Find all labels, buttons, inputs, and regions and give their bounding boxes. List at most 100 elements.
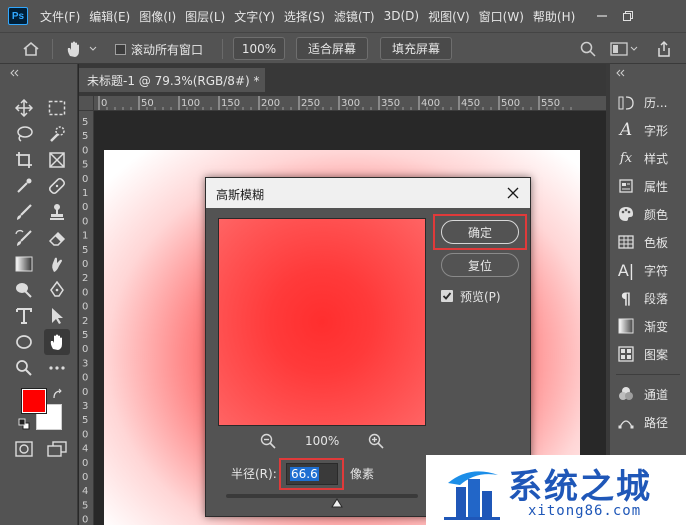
menu-window[interactable]: 窗口(W) [479, 8, 524, 25]
minimize-icon [597, 15, 608, 17]
radius-unit: 像素 [350, 467, 375, 481]
eraser-tool[interactable] [46, 227, 68, 249]
panel-styles[interactable]: fx 样式 [610, 144, 686, 172]
menu-3d[interactable]: 3D(D) [384, 9, 419, 23]
quick-select-tool[interactable] [46, 123, 68, 145]
menu-view[interactable]: 视图(V) [428, 8, 470, 25]
brush-tool[interactable] [13, 201, 35, 223]
home-icon[interactable] [22, 41, 40, 57]
radius-slider-thumb[interactable] [331, 498, 343, 508]
panel-properties-label: 属性 [644, 179, 669, 194]
ruler-h-label: 0 [101, 98, 107, 109]
smudge-tool[interactable] [46, 253, 68, 275]
crop-tool[interactable] [13, 149, 35, 171]
scroll-all-checkbox[interactable] [115, 44, 126, 55]
healing-brush-tool[interactable] [46, 175, 68, 197]
gradient-tool[interactable] [13, 253, 35, 275]
dialog-close-button[interactable] [504, 184, 522, 202]
eraser-icon [48, 231, 66, 246]
menu-select[interactable]: 选择(S) [284, 8, 325, 25]
eyedropper-tool[interactable] [13, 175, 35, 197]
vertical-ruler-ticks: 5 5 0 5 0 1 0 0 1 5 0 2 0 0 2 5 0 3 0 0 3 5 0 4 0 0 4 5 0 [82, 117, 88, 525]
minimize-button[interactable] [589, 0, 615, 32]
panel-patterns[interactable]: 图案 [610, 340, 686, 368]
search-icon[interactable] [580, 41, 596, 57]
workspace-icon[interactable] [610, 42, 628, 56]
radius-slider-track[interactable] [226, 494, 418, 498]
fit-screen-button[interactable]: 适合屏幕 [296, 37, 368, 60]
fill-screen-button[interactable]: 填充屏幕 [380, 37, 452, 60]
eyedropper-icon [17, 178, 32, 193]
ok-button[interactable]: 确定 [441, 220, 519, 244]
zoom-out-icon[interactable] [260, 433, 276, 449]
dialog-titlebar[interactable]: 高斯模糊 [206, 178, 530, 208]
zoom-field[interactable]: 100% [233, 37, 285, 60]
ruler-h-label: 200 [261, 98, 280, 109]
panel-character[interactable]: A| 字符 [610, 256, 686, 284]
workspace-chevron-icon[interactable] [630, 46, 638, 52]
quick-mask-button[interactable] [13, 438, 35, 460]
menu-file[interactable]: 文件(F) [40, 8, 80, 25]
character-icon: A| [617, 260, 635, 280]
menu-layer[interactable]: 图层(L) [185, 8, 225, 25]
history-brush-tool[interactable] [13, 227, 35, 249]
zoom-tool[interactable] [13, 357, 35, 379]
screen-mode-button[interactable] [46, 438, 68, 460]
ruler-origin[interactable] [79, 96, 94, 111]
chevron-down-icon[interactable] [89, 46, 97, 52]
lasso-tool[interactable] [13, 123, 35, 145]
dodge-tool[interactable] [13, 279, 35, 301]
document-tab[interactable]: 未标题-1 @ 79.3%(RGB/8#) * [79, 68, 265, 92]
swap-colors-icon[interactable] [52, 388, 64, 400]
checkmark-icon [442, 292, 452, 300]
panel-paragraph-label: 段落 [644, 291, 669, 306]
panel-paths[interactable]: 路径 [610, 408, 686, 436]
expand-panels-icon[interactable] [614, 69, 626, 77]
vertical-ruler[interactable]: 5 5 0 5 0 1 0 0 1 5 0 2 0 0 2 5 0 3 0 0 3 5 0 4 0 0 4 5 0 [79, 111, 94, 525]
preview-checkbox[interactable] [441, 290, 453, 302]
swatches-grid-icon [618, 234, 634, 250]
panel-history[interactable]: 历... [610, 88, 686, 116]
panel-glyphs[interactable]: A 字形 [610, 116, 686, 144]
menu-edit[interactable]: 编辑(E) [89, 8, 130, 25]
panel-paragraph[interactable]: ¶ 段落 [610, 284, 686, 312]
radius-input[interactable]: 66.6 [286, 463, 338, 485]
reset-button[interactable]: 复位 [441, 253, 519, 277]
default-colors-icon[interactable] [18, 418, 30, 430]
pen-tool[interactable] [46, 279, 68, 301]
blur-preview[interactable] [218, 218, 426, 426]
panel-color[interactable]: 颜色 [610, 200, 686, 228]
menu-help[interactable]: 帮助(H) [533, 8, 575, 25]
ellipse-tool[interactable] [13, 331, 35, 353]
panel-swatches[interactable]: 色板 [610, 228, 686, 256]
more-tools[interactable] [46, 357, 68, 379]
frame-tool[interactable] [46, 149, 68, 171]
hand-tool-icon[interactable] [64, 39, 84, 59]
panel-channels[interactable]: 通道 [610, 380, 686, 408]
clone-stamp-tool[interactable] [46, 201, 68, 223]
collapse-chevron-icon[interactable] [8, 69, 20, 77]
path-select-tool[interactable] [46, 305, 68, 327]
dodge-icon [16, 283, 32, 298]
type-tool[interactable] [13, 305, 35, 327]
zoom-in-icon[interactable] [368, 433, 384, 449]
panel-gradients[interactable]: 渐变 [610, 312, 686, 340]
maximize-button[interactable] [615, 0, 641, 32]
pen-icon [50, 281, 64, 297]
watermark: 系统之城 xitong86.com [426, 455, 686, 525]
ruler-h-label: 250 [301, 98, 320, 109]
stamp-icon [50, 204, 64, 220]
menu-image[interactable]: 图像(I) [139, 8, 176, 25]
move-tool[interactable] [13, 97, 35, 119]
menu-filter[interactable]: 滤镜(T) [334, 8, 375, 25]
panel-properties[interactable]: 属性 [610, 172, 686, 200]
horizontal-ruler[interactable]: 0 50 100 150 200 250 300 350 400 450 500 550 [79, 96, 606, 111]
foreground-color-swatch[interactable] [21, 388, 47, 414]
hand-tool[interactable] [44, 329, 70, 355]
panel-gradients-label: 渐变 [644, 319, 669, 334]
menu-type[interactable]: 文字(Y) [234, 8, 275, 25]
marquee-tool[interactable] [46, 97, 68, 119]
share-icon[interactable] [656, 40, 672, 58]
ruler-v-label: 0 [82, 287, 88, 298]
restore-icon [623, 11, 634, 21]
